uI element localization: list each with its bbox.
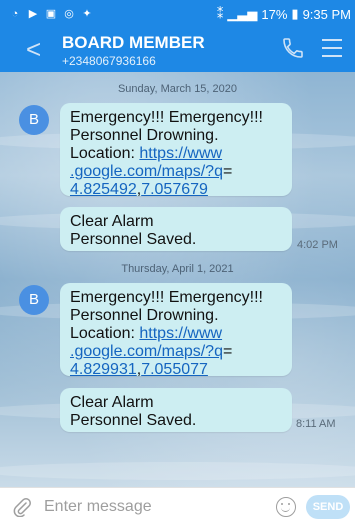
app-bar: < BOARD MEMBER +2348067936166 bbox=[0, 28, 355, 72]
attach-icon[interactable] bbox=[12, 497, 32, 517]
instagram-icon: ◎ bbox=[64, 8, 74, 20]
map-link[interactable]: 7.057679 bbox=[141, 181, 208, 198]
gallery-icon: ▣ bbox=[45, 8, 57, 20]
avatar[interactable]: B bbox=[19, 105, 49, 135]
send-button[interactable]: SEND bbox=[306, 495, 350, 519]
message-text: Location: bbox=[70, 145, 140, 162]
battery-icon: ▮ bbox=[291, 6, 299, 21]
status-bar: ◔ ▶ ▣ ◎ ✦ ⁑ ▁▃▅ 17% ▮ 9:35 PM bbox=[0, 0, 355, 28]
system-status: ⁑ ▁▃▅ 17% ▮ 9:35 PM bbox=[217, 6, 351, 22]
message-time: 4:02 PM bbox=[297, 239, 338, 251]
message-text: Emergency!!! Emergency!!! bbox=[70, 289, 263, 306]
map-link[interactable]: .google.com/maps/?q bbox=[70, 163, 223, 180]
date-divider: Thursday, April 1, 2021 bbox=[121, 263, 234, 275]
message-text: Personnel Saved. bbox=[70, 412, 197, 429]
composer-bar: SEND bbox=[0, 487, 355, 525]
message-bubble-clear[interactable]: Clear Alarm Personnel Saved. bbox=[60, 388, 292, 432]
message-text: Personnel Drowning. bbox=[70, 127, 219, 144]
message-text: Personnel Saved. bbox=[70, 231, 197, 248]
youtube-icon: ▶ bbox=[28, 8, 38, 20]
clock: 9:35 PM bbox=[302, 6, 351, 22]
message-text: Clear Alarm bbox=[70, 394, 154, 411]
message-text: = bbox=[222, 163, 233, 180]
nfc-icon: ⁑ bbox=[216, 6, 224, 21]
map-link[interactable]: .google.com/maps/?q bbox=[70, 343, 223, 360]
message-text: Clear Alarm bbox=[70, 213, 154, 230]
map-link[interactable]: https://www bbox=[139, 145, 222, 162]
contact-number: +2348067936166 bbox=[62, 54, 156, 68]
message-text: Emergency!!! Emergency!!! bbox=[70, 109, 263, 126]
message-text: Personnel Drowning. bbox=[70, 307, 219, 324]
date-divider: Sunday, March 15, 2020 bbox=[117, 83, 238, 95]
phone-icon[interactable] bbox=[281, 36, 305, 60]
message-text: = bbox=[222, 343, 233, 360]
message-time: 8:11 AM bbox=[296, 418, 336, 430]
message-bubble-clear[interactable]: Clear Alarm Personnel Saved. bbox=[60, 207, 292, 251]
message-bubble-alert[interactable]: Emergency!!! Emergency!!! Personnel Drow… bbox=[60, 103, 292, 198]
back-icon[interactable]: < bbox=[26, 36, 41, 62]
map-link[interactable]: 4.829931 bbox=[70, 361, 137, 378]
menu-icon[interactable] bbox=[322, 39, 342, 57]
contact-name: BOARD MEMBER bbox=[62, 33, 205, 52]
map-link[interactable]: 7.055077 bbox=[141, 361, 208, 378]
notification-icons: ◔ ▶ ▣ ◎ ✦ bbox=[8, 8, 94, 20]
avatar[interactable]: B bbox=[19, 285, 49, 315]
message-text: Location: bbox=[70, 325, 140, 342]
emoji-icon[interactable] bbox=[276, 497, 296, 517]
message-input[interactable] bbox=[44, 494, 264, 520]
signal-icon: ▁▃▅ bbox=[227, 6, 258, 21]
map-link[interactable]: https://www bbox=[139, 325, 222, 342]
whatsapp-icon: ◔ bbox=[11, 8, 19, 20]
battery-percent: 17% bbox=[261, 6, 288, 22]
map-link[interactable]: 4.825492 bbox=[70, 181, 137, 198]
message-bubble-alert[interactable]: Emergency!!! Emergency!!! Personnel Drow… bbox=[60, 283, 292, 378]
twitter-icon: ✦ bbox=[82, 8, 92, 20]
conversation-area[interactable]: Sunday, March 15, 2020 B Emergency!!! Em… bbox=[0, 72, 355, 487]
